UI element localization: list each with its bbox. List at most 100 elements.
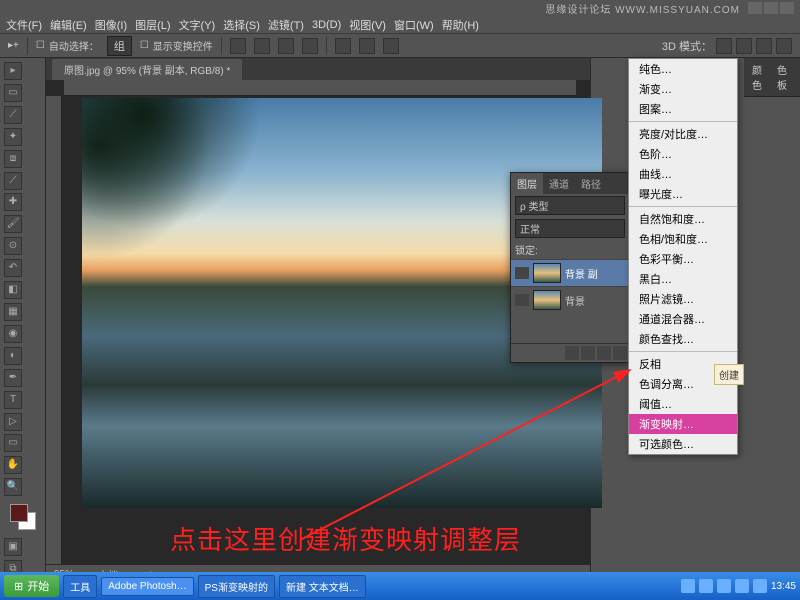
layer-item[interactable]: 背景 [511,286,629,313]
menu-gradient-map[interactable]: 渐变映射… [629,414,737,434]
blend-mode-select[interactable]: 正常 [515,219,625,238]
zoom-tool[interactable]: 🔍 [4,478,22,496]
taskbar-item[interactable]: Adobe Photosh… [101,577,193,596]
menu-image[interactable]: 图像(I) [95,17,127,33]
lasso-tool[interactable]: ⟋ [4,106,22,124]
right-panel: 颜色色板 [744,58,800,97]
menu-layer[interactable]: 图层(L) [135,17,170,33]
hand-tool[interactable]: ✋ [4,456,22,474]
distribute-icon[interactable] [335,38,351,54]
menu-color-lookup[interactable]: 颜色查找… [629,329,737,349]
menu-solid-color[interactable]: 纯色… [629,59,737,79]
menu-view[interactable]: 视图(V) [349,17,386,33]
minimize-button[interactable] [748,2,762,14]
layers-footer [511,343,629,362]
taskbar-item[interactable]: 工具 [63,575,97,598]
mode3d-label: 3D 模式： [662,38,712,54]
menu-brightness[interactable]: 亮度/对比度… [629,124,737,144]
type-tool[interactable]: T [4,391,22,409]
eyedropper-tool[interactable]: ⟋ [4,172,22,190]
visibility-icon[interactable] [515,294,529,306]
menu-exposure[interactable]: 曝光度… [629,184,737,204]
start-button[interactable]: ⊞ 开始 [4,575,59,597]
dodge-tool[interactable]: ◐ [4,347,22,365]
clock[interactable]: 13:45 [771,581,796,592]
blur-tool[interactable]: ◉ [4,325,22,343]
menu-bw[interactable]: 黑白… [629,269,737,289]
distribute-icon[interactable] [359,38,375,54]
align-icon[interactable] [302,38,318,54]
auto-select-checkbox[interactable]: ☐ 自动选择： [36,38,99,53]
tab-swatch[interactable]: 色板 [773,61,796,93]
tab-layers[interactable]: 图层 [511,173,543,194]
marquee-tool[interactable]: ▭ [4,84,22,102]
taskbar-item[interactable]: PS渐变映射的 [198,575,275,598]
eraser-tool[interactable]: ◧ [4,281,22,299]
menu-filter[interactable]: 滤镜(T) [268,17,304,33]
menu-vibrance[interactable]: 自然饱和度… [629,209,737,229]
3d-icon[interactable] [716,38,732,54]
tab-color[interactable]: 颜色 [748,61,771,93]
menu-file[interactable]: 文件(F) [6,17,42,33]
distribute-icon[interactable] [383,38,399,54]
menu-window[interactable]: 窗口(W) [394,17,434,33]
wand-tool[interactable]: ✦ [4,128,22,146]
menu-type[interactable]: 文字(Y) [179,17,216,33]
close-button[interactable] [780,2,794,14]
menu-help[interactable]: 帮助(H) [442,17,479,33]
menu-photo-filter[interactable]: 照片滤镜… [629,289,737,309]
menu-gradient[interactable]: 渐变… [629,79,737,99]
maximize-button[interactable] [764,2,778,14]
pen-tool[interactable]: ✒ [4,369,22,387]
link-icon[interactable] [565,346,579,360]
path-tool[interactable]: ▷ [4,413,22,431]
layer-filter-kind[interactable]: ρ 类型 [515,196,625,215]
align-icon[interactable] [254,38,270,54]
tray-icon[interactable] [699,579,713,593]
options-bar: ▸+ ☐ 自动选择： 组 ☐ 显示变换控件 3D 模式： [0,34,800,58]
fx-icon[interactable] [581,346,595,360]
align-icon[interactable] [278,38,294,54]
brush-tool[interactable]: 🖌 [4,215,22,233]
menu-3d[interactable]: 3D(D) [312,19,341,31]
visibility-icon[interactable] [515,267,529,279]
menu-edit[interactable]: 编辑(E) [50,17,87,33]
menu-levels[interactable]: 色阶… [629,144,737,164]
3d-icon[interactable] [756,38,772,54]
tray-icon[interactable] [681,579,695,593]
menu-curves[interactable]: 曲线… [629,164,737,184]
align-icon[interactable] [230,38,246,54]
menu-hue[interactable]: 色相/饱和度… [629,229,737,249]
menu-threshold[interactable]: 阈值… [629,394,737,414]
auto-select-target[interactable]: 组 [107,36,132,56]
shape-tool[interactable]: ▭ [4,434,22,452]
menu-selective-color[interactable]: 可选颜色… [629,434,737,454]
tray-icon[interactable] [735,579,749,593]
show-transform-checkbox[interactable]: ☐ 显示变换控件 [140,38,213,53]
move-tool[interactable]: ▸ [4,62,22,80]
3d-icon[interactable] [736,38,752,54]
tab-channels[interactable]: 通道 [543,173,575,194]
stamp-tool[interactable]: ⊙ [4,237,22,255]
document-tab[interactable]: 原图.jpg @ 95% (背景 副本, RGB/8) * [52,59,242,80]
adjustment-layer-menu: 纯色… 渐变… 图案… 亮度/对比度… 色阶… 曲线… 曝光度… 自然饱和度… … [628,58,738,455]
tab-paths[interactable]: 路径 [575,173,607,194]
quickmask-toggle[interactable]: ▣ [4,538,22,556]
history-brush-tool[interactable]: ↶ [4,259,22,277]
color-swatch[interactable] [10,504,36,530]
menu-select[interactable]: 选择(S) [223,17,260,33]
tray-icon[interactable] [753,579,767,593]
3d-icon[interactable] [776,38,792,54]
gradient-tool[interactable]: ▦ [4,303,22,321]
adjustment-layer-icon[interactable] [613,346,627,360]
heal-tool[interactable]: ✚ [4,193,22,211]
menu-channel-mixer[interactable]: 通道混合器… [629,309,737,329]
tray-icon[interactable] [717,579,731,593]
menu-pattern[interactable]: 图案… [629,99,737,119]
crop-tool[interactable]: ⧈ [4,150,22,168]
mask-icon[interactable] [597,346,611,360]
taskbar-item[interactable]: 新建 文本文档… [279,575,366,598]
menu-balance[interactable]: 色彩平衡… [629,249,737,269]
layer-item[interactable]: 背景 副 [511,259,629,286]
layer-name: 背景 副 [565,266,598,281]
